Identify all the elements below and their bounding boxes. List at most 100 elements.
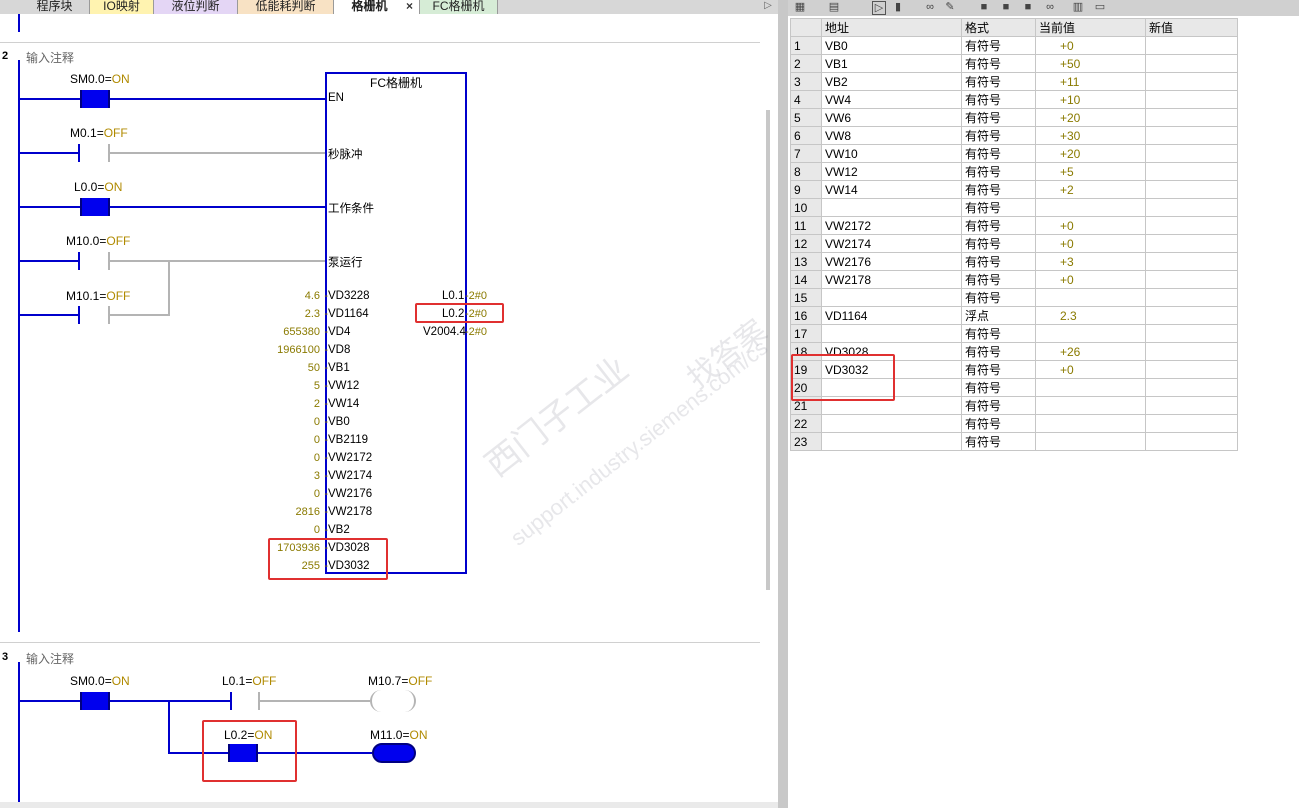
cell-format[interactable]: 有符号 xyxy=(961,432,1036,451)
cell-address[interactable]: VB1 xyxy=(821,54,962,73)
cell-current-value[interactable]: +2 xyxy=(1035,180,1146,199)
cell-format[interactable]: 有符号 xyxy=(961,162,1036,181)
cell-new-value[interactable] xyxy=(1145,180,1238,199)
cell-new-value[interactable] xyxy=(1145,36,1238,55)
pause-icon[interactable]: ▮ xyxy=(892,1,904,13)
cell-current-value[interactable] xyxy=(1035,432,1146,451)
table-row[interactable]: 16 VD1164 浮点 2.3 xyxy=(790,306,1238,325)
table-row[interactable]: 1 VB0 有符号 +0 xyxy=(790,36,1238,55)
cell-current-value[interactable] xyxy=(1035,378,1146,397)
cell-current-value[interactable]: 2.3 xyxy=(1035,306,1146,325)
table-row[interactable]: 8 VW12 有符号 +5 xyxy=(790,162,1238,181)
cell-format[interactable]: 有符号 xyxy=(961,72,1036,91)
cell-new-value[interactable] xyxy=(1145,54,1238,73)
cell-format[interactable]: 有符号 xyxy=(961,108,1036,127)
table-row[interactable]: 3 VB2 有符号 +11 xyxy=(790,72,1238,91)
horizontal-scrollbar[interactable] xyxy=(0,802,778,808)
cell-new-value[interactable] xyxy=(1145,414,1238,433)
cell-format[interactable]: 有符号 xyxy=(961,252,1036,271)
cell-current-value[interactable]: +10 xyxy=(1035,90,1146,109)
cell-format[interactable]: 有符号 xyxy=(961,360,1036,379)
contact-l0-1[interactable] xyxy=(230,692,232,710)
contact-m10-0[interactable] xyxy=(78,252,80,270)
cell-address[interactable]: VW8 xyxy=(821,126,962,145)
lock-icon[interactable]: ■ xyxy=(1022,1,1034,13)
cell-current-value[interactable]: +11 xyxy=(1035,72,1146,91)
cell-address[interactable] xyxy=(821,324,962,343)
cell-format[interactable]: 有符号 xyxy=(961,144,1036,163)
table-row[interactable]: 5 VW6 有符号 +20 xyxy=(790,108,1238,127)
table-row[interactable]: 13 VW2176 有符号 +3 xyxy=(790,252,1238,271)
cell-current-value[interactable]: +0 xyxy=(1035,36,1146,55)
table-icon[interactable]: ▦ xyxy=(794,1,806,13)
cell-new-value[interactable] xyxy=(1145,108,1238,127)
cell-new-value[interactable] xyxy=(1145,162,1238,181)
cell-new-value[interactable] xyxy=(1145,144,1238,163)
network-comment[interactable]: 输入注释 xyxy=(26,49,74,66)
cell-current-value[interactable]: +0 xyxy=(1035,234,1146,253)
cell-format[interactable]: 有符号 xyxy=(961,378,1036,397)
cell-new-value[interactable] xyxy=(1145,270,1238,289)
cell-new-value[interactable] xyxy=(1145,216,1238,235)
cell-current-value[interactable]: +20 xyxy=(1035,108,1146,127)
network-comment[interactable]: 输入注释 xyxy=(26,650,74,667)
cell-current-value[interactable]: +30 xyxy=(1035,126,1146,145)
cell-format[interactable]: 有符号 xyxy=(961,234,1036,253)
cell-new-value[interactable] xyxy=(1145,324,1238,343)
tab-level-judge[interactable]: 液位判断 xyxy=(154,0,238,14)
tab-program-block[interactable]: 程序块 xyxy=(20,0,90,14)
cell-new-value[interactable] xyxy=(1145,198,1238,217)
contact-m10-1[interactable] xyxy=(78,306,80,324)
cell-address[interactable] xyxy=(821,414,962,433)
cell-new-value[interactable] xyxy=(1145,234,1238,253)
cell-format[interactable]: 有符号 xyxy=(961,36,1036,55)
table-row[interactable]: 12 VW2174 有符号 +0 xyxy=(790,234,1238,253)
cell-format[interactable]: 有符号 xyxy=(961,126,1036,145)
cell-new-value[interactable] xyxy=(1145,432,1238,451)
cell-format[interactable]: 浮点 xyxy=(961,306,1036,325)
contact-sm0-0[interactable] xyxy=(80,90,110,108)
cell-new-value[interactable] xyxy=(1145,396,1238,415)
cell-format[interactable]: 有符号 xyxy=(961,288,1036,307)
cell-current-value[interactable]: +0 xyxy=(1035,360,1146,379)
cell-format[interactable]: 有符号 xyxy=(961,396,1036,415)
cell-current-value[interactable]: +50 xyxy=(1035,54,1146,73)
contact-l0-0[interactable] xyxy=(80,198,110,216)
tab-fc-grille[interactable]: FC格栅机 xyxy=(420,0,498,14)
table-row[interactable]: 7 VW10 有符号 +20 xyxy=(790,144,1238,163)
cell-address[interactable]: VW14 xyxy=(821,180,962,199)
window-icon[interactable]: ▭ xyxy=(1094,1,1106,13)
table-row[interactable]: 4 VW4 有符号 +10 xyxy=(790,90,1238,109)
cell-address[interactable]: VW10 xyxy=(821,144,962,163)
tab-grille[interactable]: 格栅机 × xyxy=(334,0,420,14)
contact-sm0-0[interactable] xyxy=(80,692,110,710)
cell-current-value[interactable] xyxy=(1035,396,1146,415)
cell-new-value[interactable] xyxy=(1145,360,1238,379)
cell-format[interactable]: 有符号 xyxy=(961,270,1036,289)
cell-new-value[interactable] xyxy=(1145,72,1238,91)
table-row[interactable]: 2 VB1 有符号 +50 xyxy=(790,54,1238,73)
cell-new-value[interactable] xyxy=(1145,306,1238,325)
cell-format[interactable]: 有符号 xyxy=(961,342,1036,361)
cell-current-value[interactable] xyxy=(1035,288,1146,307)
cell-current-value[interactable]: +0 xyxy=(1035,270,1146,289)
cell-format[interactable]: 有符号 xyxy=(961,216,1036,235)
table-row[interactable]: 9 VW14 有符号 +2 xyxy=(790,180,1238,199)
table-row[interactable]: 17 有符号 xyxy=(790,324,1238,343)
lock-icon[interactable]: ■ xyxy=(978,1,990,13)
glasses-icon[interactable]: ∞ xyxy=(1044,1,1056,13)
contact-m0-1[interactable] xyxy=(78,144,80,162)
table-row[interactable]: 22 有符号 xyxy=(790,414,1238,433)
cell-current-value[interactable]: +3 xyxy=(1035,252,1146,271)
table-row[interactable]: 10 有符号 xyxy=(790,198,1238,217)
cell-new-value[interactable] xyxy=(1145,288,1238,307)
table-row[interactable]: 6 VW8 有符号 +30 xyxy=(790,126,1238,145)
cell-current-value[interactable]: +0 xyxy=(1035,216,1146,235)
chart-icon[interactable]: ▥ xyxy=(1072,1,1084,13)
cell-address[interactable]: VB2 xyxy=(821,72,962,91)
table-dropdown-icon[interactable]: ▤ xyxy=(828,1,840,13)
cell-address[interactable]: VW4 xyxy=(821,90,962,109)
cell-address[interactable]: VW2176 xyxy=(821,252,962,271)
tab-low-energy-judge[interactable]: 低能耗判断 xyxy=(238,0,334,14)
cell-new-value[interactable] xyxy=(1145,342,1238,361)
